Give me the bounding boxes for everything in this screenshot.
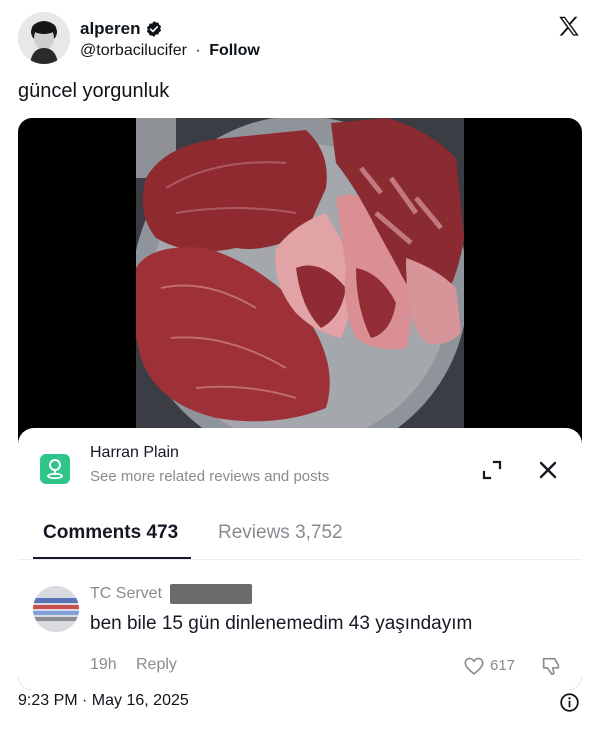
- close-icon[interactable]: [536, 458, 560, 482]
- author-display-name[interactable]: alperen: [80, 19, 140, 39]
- tab-reviews[interactable]: Reviews 3,752: [218, 522, 343, 544]
- author-info: alperen @torbacilucifer · Follow: [80, 18, 260, 62]
- tab-comments[interactable]: Comments 473: [43, 522, 178, 544]
- expand-icon[interactable]: [480, 458, 504, 482]
- author-avatar[interactable]: [18, 12, 70, 64]
- tab-bar: Comments 473 Reviews 3,752: [18, 516, 582, 560]
- reply-button[interactable]: Reply: [136, 656, 177, 674]
- redaction-box: [170, 584, 252, 604]
- verified-badge-icon: [145, 20, 163, 38]
- place-name[interactable]: Harran Plain: [90, 444, 179, 462]
- media-card[interactable]: Harran Plain See more related reviews an…: [18, 118, 582, 690]
- tweet-header: alperen @torbacilucifer · Follow: [18, 12, 582, 68]
- commenter-avatar[interactable]: [33, 586, 79, 632]
- location-pin-icon[interactable]: [40, 454, 70, 484]
- x-logo-icon[interactable]: [556, 14, 582, 40]
- follow-button[interactable]: Follow: [209, 42, 260, 59]
- heart-icon[interactable]: [463, 655, 485, 677]
- meat-photo[interactable]: [136, 118, 464, 428]
- like-count: 617: [490, 657, 516, 674]
- thumbs-down-icon[interactable]: [540, 655, 562, 677]
- author-handle[interactable]: @torbacilucifer: [80, 42, 187, 59]
- active-tab-indicator: [33, 557, 191, 559]
- tweet-timestamp[interactable]: 9:23 PM · May 16, 2025: [18, 692, 189, 710]
- comment-time: 19h: [90, 656, 117, 673]
- commenter-username[interactable]: TC Servet: [90, 585, 162, 603]
- tweet-text: güncel yorgunluk: [18, 80, 170, 102]
- place-subtitle[interactable]: See more related reviews and posts: [90, 468, 329, 485]
- comment-text: ben bile 15 gün dinlenemedim 43 yaşınday…: [90, 613, 473, 634]
- info-icon[interactable]: [559, 692, 580, 713]
- handle-separator: ·: [195, 42, 201, 59]
- comment-item: TC Servet ben bile 15 gün dinlenemedim 4…: [18, 576, 582, 676]
- place-sheet: Harran Plain See more related reviews an…: [18, 428, 582, 690]
